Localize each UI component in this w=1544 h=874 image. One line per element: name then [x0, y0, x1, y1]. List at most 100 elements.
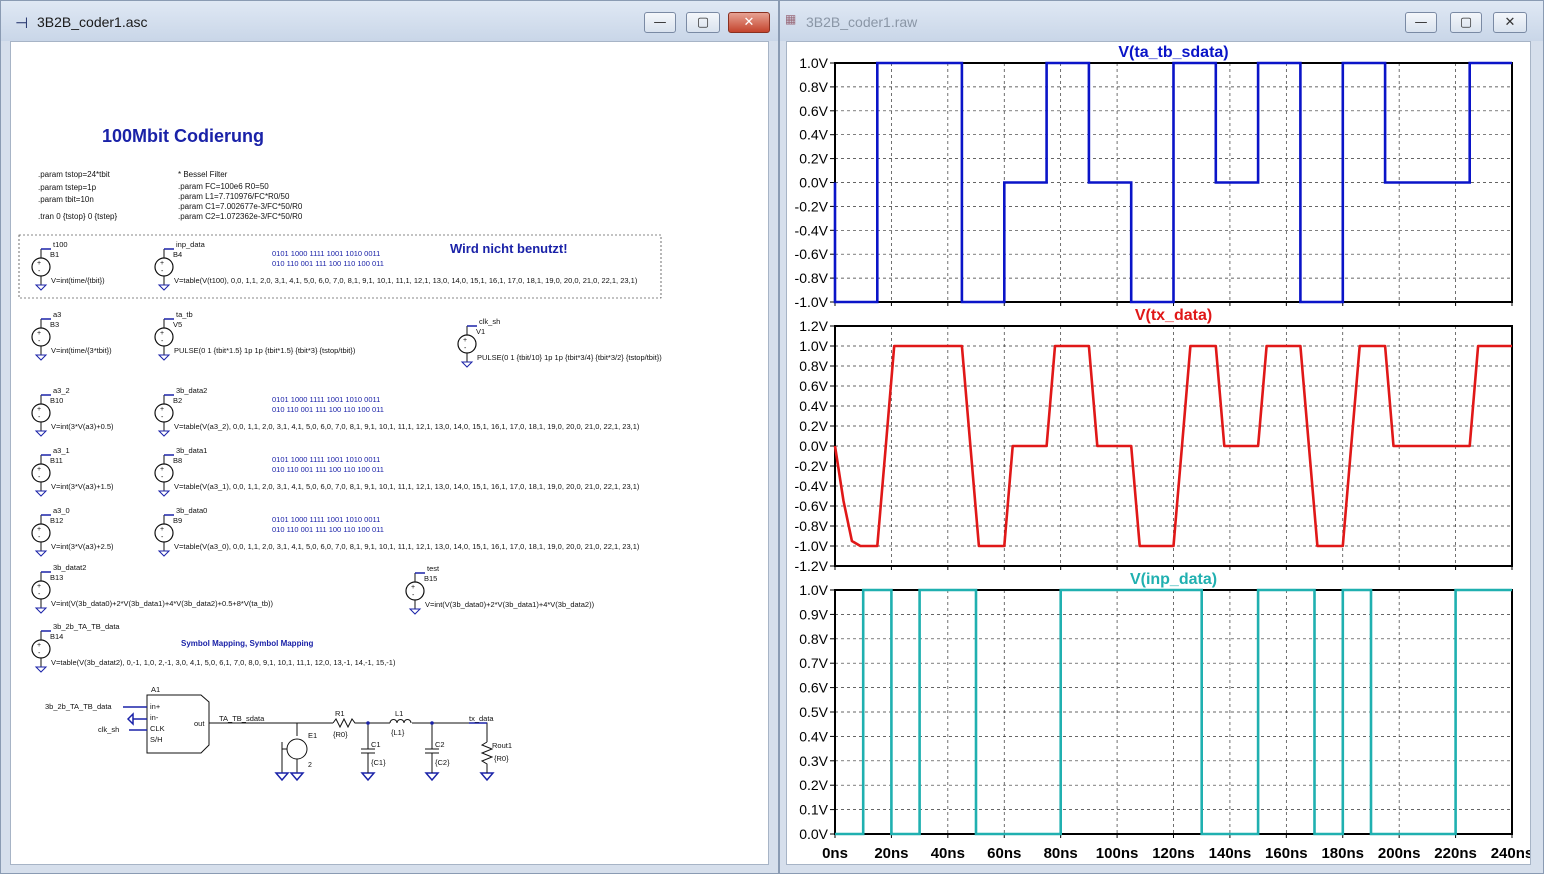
- maximize-button[interactable]: ▢: [1450, 12, 1482, 33]
- vcvs-e1[interactable]: [286, 738, 308, 760]
- net-label: clk_sh: [98, 725, 119, 734]
- net-label: 3b_data0: [176, 506, 207, 515]
- ground-icon: [157, 284, 171, 291]
- param-line[interactable]: .param tbit=10n: [38, 195, 94, 204]
- source-b9[interactable]: +- B93b_data0 V=table(V(a3_0), 0,0, 1,1, 2…: [154, 506, 640, 557]
- source-b8[interactable]: +- B83b_data1 V=table(V(a3_1), 0,0, 1,1, 2…: [154, 446, 640, 497]
- source-name: B12: [50, 516, 63, 525]
- waveform-titlebar[interactable]: ▦ 3B2B_coder1.raw — ▢ ✕: [780, 1, 1543, 41]
- source-b2[interactable]: +- B23b_data2 V=table(V(a3_2), 0,0, 1,1, 2…: [154, 386, 640, 437]
- resistor-rout1[interactable]: [480, 741, 494, 773]
- minus-sign: -: [38, 650, 41, 657]
- waveform-viewer[interactable]: 1.0V 0.8V 0.6V 0.4V 0.2V 0.0V -0.2V -0.4V -0.6V -…: [786, 41, 1531, 865]
- source-v1[interactable]: +- V1clk_sh PULSE(0 1 {tbit/10} 1p 1p {tbi…: [457, 317, 662, 368]
- close-button[interactable]: ✕: [728, 12, 770, 33]
- close-button[interactable]: ✕: [1493, 12, 1527, 33]
- source-expression: V=table(V(a3_1), 0,0, 1,1, 2,0, 3,1, 4,1…: [174, 482, 640, 491]
- source-b3[interactable]: +- B3a3 V=int(time/{3*tbit}): [31, 310, 112, 361]
- plus-sign: +: [411, 584, 415, 591]
- minimize-button[interactable]: —: [1405, 12, 1437, 33]
- bit-pattern: 010 110 001 111 100 110 100 011: [272, 525, 384, 534]
- param-line[interactable]: .param tstep=1p: [38, 183, 97, 192]
- waveform-pane-2[interactable]: 1.2V 1.0V 0.8V 0.6V 0.4V 0.2V 0.0V -0.2V -0.4V -0…: [795, 307, 1513, 574]
- y-tick-label: 0.3V: [799, 753, 828, 769]
- waveform-pane-3[interactable]: 1.0V 0.9V 0.8V 0.7V 0.6V 0.5V 0.4V 0.3V 0.2V 0.1V…: [799, 571, 1513, 842]
- source-expression: V=int(3*V(a3)+2.5): [51, 542, 114, 551]
- net-label: t100: [53, 240, 68, 249]
- bessel-line[interactable]: .param C2=1.072362e-3/FC*50/R0: [178, 212, 303, 221]
- bessel-line[interactable]: .param L1=7.710976/FC*R0/50: [178, 192, 290, 201]
- ground-icon: [424, 772, 440, 782]
- y-tick-label: -1.0V: [795, 538, 829, 554]
- schematic-titlebar[interactable]: ⊣ 3B2B_coder1.asc — ▢ ✕: [1, 1, 778, 41]
- param-line[interactable]: .tran 0 {tstop} 0 {tstep}: [38, 212, 118, 221]
- y-tick-label: 0.8V: [799, 79, 828, 95]
- trace-title[interactable]: V(ta_tb_sdata): [1118, 44, 1228, 61]
- ground-icon: [34, 550, 48, 557]
- x-tick-label: 220ns: [1434, 845, 1477, 862]
- minus-sign: -: [38, 474, 41, 481]
- ground-icon: [360, 772, 376, 782]
- minus-sign: -: [38, 414, 41, 421]
- waveform-plot[interactable]: 1.0V 0.8V 0.6V 0.4V 0.2V 0.0V -0.2V -0.4V -0.6V -…: [787, 42, 1531, 865]
- source-name: B2: [173, 396, 182, 405]
- source-b13[interactable]: +- B133b_datat2 V=int(V(3b_data0)+2*V(3b_d…: [31, 563, 274, 614]
- y-tick-label: -0.8V: [795, 518, 829, 534]
- param-line[interactable]: .param tstop=24*tbit: [38, 170, 111, 179]
- schematic-drawing[interactable]: 100Mbit Codierung .param tstop=24*tbit .…: [11, 42, 769, 865]
- plus-sign: +: [37, 406, 41, 413]
- trace-title[interactable]: V(inp_data): [1130, 571, 1217, 588]
- y-tick-label: 0.1V: [799, 802, 828, 818]
- source-b11[interactable]: +- B11a3_1 V=int(3*V(a3)+1.5): [31, 446, 114, 497]
- x-tick-label: 100ns: [1096, 845, 1139, 862]
- net-label: 3b_data2: [176, 386, 207, 395]
- schematic-canvas[interactable]: 100Mbit Codierung .param tstop=24*tbit .…: [10, 41, 769, 865]
- component-name: A1: [151, 685, 160, 694]
- net-label: 3b_data1: [176, 446, 207, 455]
- pin-label: in+: [150, 702, 161, 711]
- net-label: 3b_2b_TA_TB_data: [53, 622, 120, 631]
- plus-sign: +: [160, 260, 164, 267]
- bessel-line[interactable]: .param FC=100e6 R0=50: [178, 182, 269, 191]
- minus-sign: -: [161, 414, 164, 421]
- source-v5[interactable]: +- V5ta_tb PULSE(0 1 {tbit*1.5} 1p 1p {tbi…: [154, 310, 356, 361]
- ground-icon: [126, 712, 147, 726]
- inductor-l1[interactable]: [389, 719, 412, 724]
- y-tick-label: -0.2V: [795, 458, 829, 474]
- ground-icon: [274, 772, 290, 782]
- trace-title[interactable]: V(tx_data): [1135, 307, 1212, 324]
- minus-sign: -: [161, 474, 164, 481]
- net-label: 3b_2b_TA_TB_data: [45, 702, 112, 711]
- y-tick-label: -0.8V: [795, 270, 829, 286]
- trace-1-1[interactable]: [833, 61, 1512, 304]
- net-label: clk_sh: [479, 317, 500, 326]
- minimize-button[interactable]: —: [644, 12, 676, 33]
- source-expression: V=table(V(t100), 0,0, 1,1, 2,0, 3,1, 4,1…: [174, 276, 638, 285]
- bit-pattern: 010 110 001 111 100 110 100 011: [272, 259, 384, 268]
- waveform-window: ▦ 3B2B_coder1.raw — ▢ ✕ 1.0V 0.8V 0.6V 0.4V…: [779, 0, 1544, 874]
- waveform-pane-1[interactable]: 1.0V 0.8V 0.6V 0.4V 0.2V 0.0V -0.2V -0.4V -0.6V -…: [795, 44, 1513, 310]
- x-tick-label: 40ns: [931, 845, 965, 862]
- source-expression: V=int(V(3b_data0)+2*V(3b_data1)+4*V(3b_d…: [425, 600, 595, 609]
- bessel-line[interactable]: .param C1=7.002677e-3/FC*50/R0: [178, 202, 303, 211]
- bessel-line[interactable]: * Bessel Filter: [178, 170, 228, 179]
- plus-sign: +: [160, 406, 164, 413]
- plus-sign: +: [160, 526, 164, 533]
- circuit-wire: [281, 742, 298, 773]
- source-name: B11: [50, 456, 63, 465]
- x-tick-label: 240ns: [1491, 845, 1531, 862]
- source-b1[interactable]: +- B1t100 V=int(time/{tbit}): [31, 240, 105, 291]
- net-label: a3_0: [53, 506, 70, 515]
- source-expression: PULSE(0 1 {tbit/10} 1p 1p {tbit*3/4} {tb…: [477, 353, 662, 362]
- source-name: B9: [173, 516, 182, 525]
- source-b12[interactable]: +- B12a3_0 V=int(3*V(a3)+2.5): [31, 506, 114, 557]
- source-b15[interactable]: +- B15test V=int(V(3b_data0)+2*V(3b_data1)…: [405, 564, 595, 615]
- y-tick-label: 0.9V: [799, 606, 828, 622]
- resistor-r1[interactable]: [332, 717, 357, 729]
- source-b10[interactable]: +- B10a3_2 V=int(3*V(a3)+0.5): [31, 386, 114, 437]
- minus-sign: -: [38, 338, 41, 345]
- maximize-icon: ▢: [1459, 15, 1473, 30]
- maximize-button[interactable]: ▢: [686, 12, 720, 33]
- ground-icon: [460, 361, 474, 368]
- ground-icon: [34, 607, 48, 614]
